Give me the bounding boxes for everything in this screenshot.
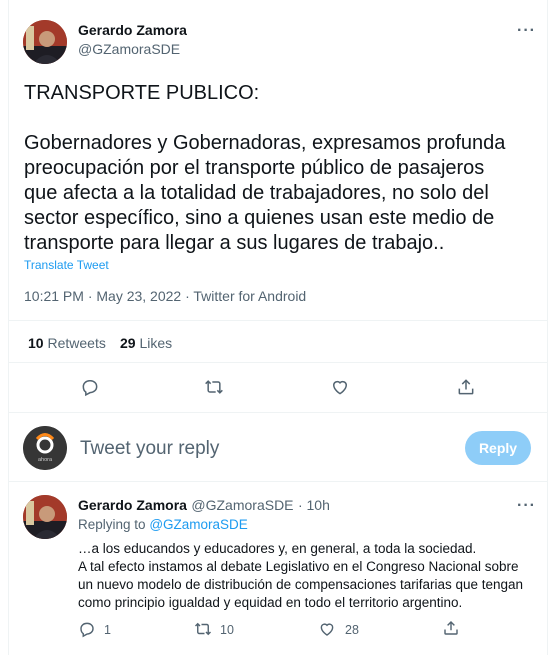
author-handle[interactable]: @GZamoraSDE [78,41,180,57]
retweets-stat[interactable]: 10 Retweets [28,335,106,351]
tweet-timestamp[interactable]: 10:21 PM · May 23, 2022 · Twitter for An… [24,288,306,304]
likes-label: Likes [139,335,173,351]
more-icon[interactable]: ··· [517,22,536,40]
reply-retweet-icon[interactable] [194,620,212,638]
retweets-count: 10 [28,335,44,351]
like-icon[interactable] [330,377,350,397]
divider [8,362,548,363]
tweet-body-line: sector específico, sino a quienes usan e… [24,207,495,229]
reply-body-line: como principio igualdad y equidad en tod… [78,595,463,610]
reply-retweet-count: 10 [220,623,234,637]
reply-reply-count: 1 [104,623,111,637]
reply-author-handle[interactable]: @GZamoraSDE [191,497,293,513]
author-avatar[interactable] [23,20,67,64]
reply-time[interactable]: · 10h [298,497,330,513]
replying-to-prefix: Replying to [78,517,146,532]
reply-body-line: un nuevo modelo de distribución de compe… [78,577,524,592]
reply-header: Gerardo Zamora @GZamoraSDE · 10h [78,497,330,515]
tweet-body-line: preocupación por el transporte público d… [24,157,485,179]
reply-author-name[interactable]: Gerardo Zamora [78,497,187,513]
reply-like-icon[interactable] [318,620,336,638]
tweet-body-line: que afecta a la totalidad de trabajadore… [24,182,489,204]
replying-to: Replying to @GZamoraSDE [78,517,248,532]
likes-stat[interactable]: 29 Likes [120,335,172,351]
reply-body-line: …a los educandos y educadores y, en gene… [78,541,477,556]
reply-more-icon[interactable]: ··· [517,497,536,515]
reply-input[interactable]: Tweet your reply [80,438,219,460]
reply-share-icon[interactable] [442,619,460,637]
replying-to-handle[interactable]: @GZamoraSDE [149,517,247,532]
author-name[interactable]: Gerardo Zamora [78,22,187,38]
current-user-avatar-text: ahora [37,457,53,463]
reply-reply-icon[interactable] [78,620,96,638]
retweets-label: Retweets [47,335,106,351]
retweet-icon[interactable] [204,377,224,397]
tweet-body-line: transporte para llegar a sus lugares de … [24,232,445,254]
reply-button[interactable]: Reply [465,431,531,465]
translate-tweet-link[interactable]: Translate Tweet [24,258,109,272]
reply-icon[interactable] [80,377,100,397]
current-user-avatar[interactable]: ahora [23,426,67,470]
likes-count: 29 [120,335,136,351]
share-icon[interactable] [456,377,476,397]
divider [8,320,548,321]
reply-body-line: A tal efecto instamos al debate Legislat… [78,559,519,574]
reply-author-avatar[interactable] [23,495,67,539]
tweet-headline: TRANSPORTE PUBLICO: [24,82,260,104]
reply-like-count: 28 [345,623,359,637]
tweet-body-line: Gobernadores y Gobernadoras, expresamos … [24,132,506,154]
divider [8,412,548,413]
divider [8,481,548,482]
